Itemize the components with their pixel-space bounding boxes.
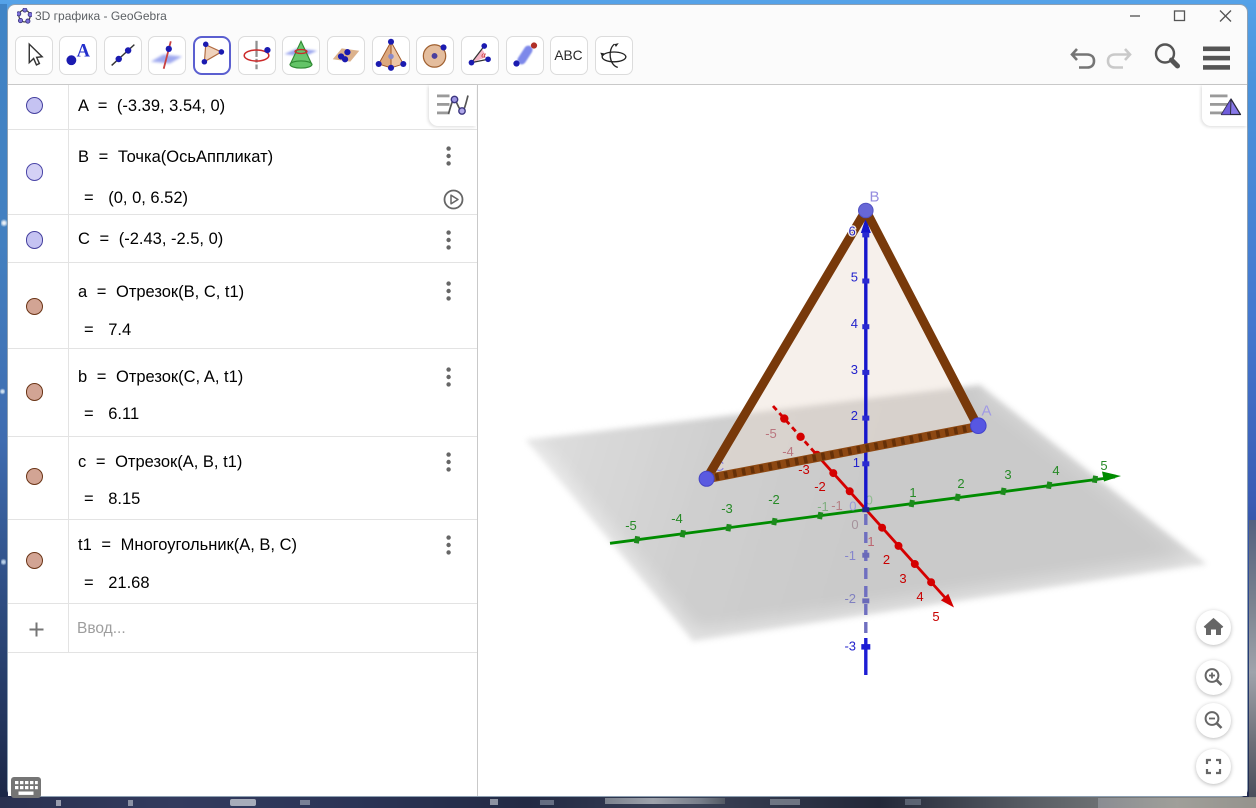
svg-text:-3: -3 [721,501,733,516]
svg-text:2: 2 [957,476,964,491]
svg-text:5: 5 [932,609,939,624]
svg-text:-3: -3 [844,639,856,654]
svg-text:-5: -5 [765,426,777,441]
svg-text:2: 2 [883,552,890,567]
svg-text:3: 3 [1004,467,1011,482]
svg-text:0: 0 [851,517,858,532]
svg-text:ABC: ABC [555,48,583,63]
svg-text:-1: -1 [844,548,856,563]
svg-text:-2: -2 [844,591,856,606]
svg-text:6: 6 [849,224,856,239]
svg-text:-4: -4 [671,511,683,526]
svg-text:B: B [870,189,880,206]
svg-text:A: A [982,403,992,420]
svg-text:1: 1 [909,485,916,500]
svg-text:0: 0 [849,499,856,514]
svg-text:-2: -2 [814,479,826,494]
svg-text:2: 2 [851,408,858,423]
svg-text:3: 3 [851,362,858,377]
svg-text:1: 1 [867,534,874,549]
svg-text:1: 1 [853,455,860,470]
svg-text:-1: -1 [831,498,843,513]
svg-text:3: 3 [899,571,906,586]
svg-text:-2: -2 [768,492,780,507]
svg-text:4: 4 [1052,463,1059,478]
svg-text:-4: -4 [782,444,794,459]
svg-text:-1: -1 [817,499,829,514]
svg-text:4: 4 [916,589,923,604]
svg-text:5: 5 [851,270,858,285]
svg-text:-5: -5 [625,518,637,533]
svg-text:5: 5 [1100,458,1107,473]
svg-text:4: 4 [851,316,858,331]
svg-text:A: A [77,40,91,60]
